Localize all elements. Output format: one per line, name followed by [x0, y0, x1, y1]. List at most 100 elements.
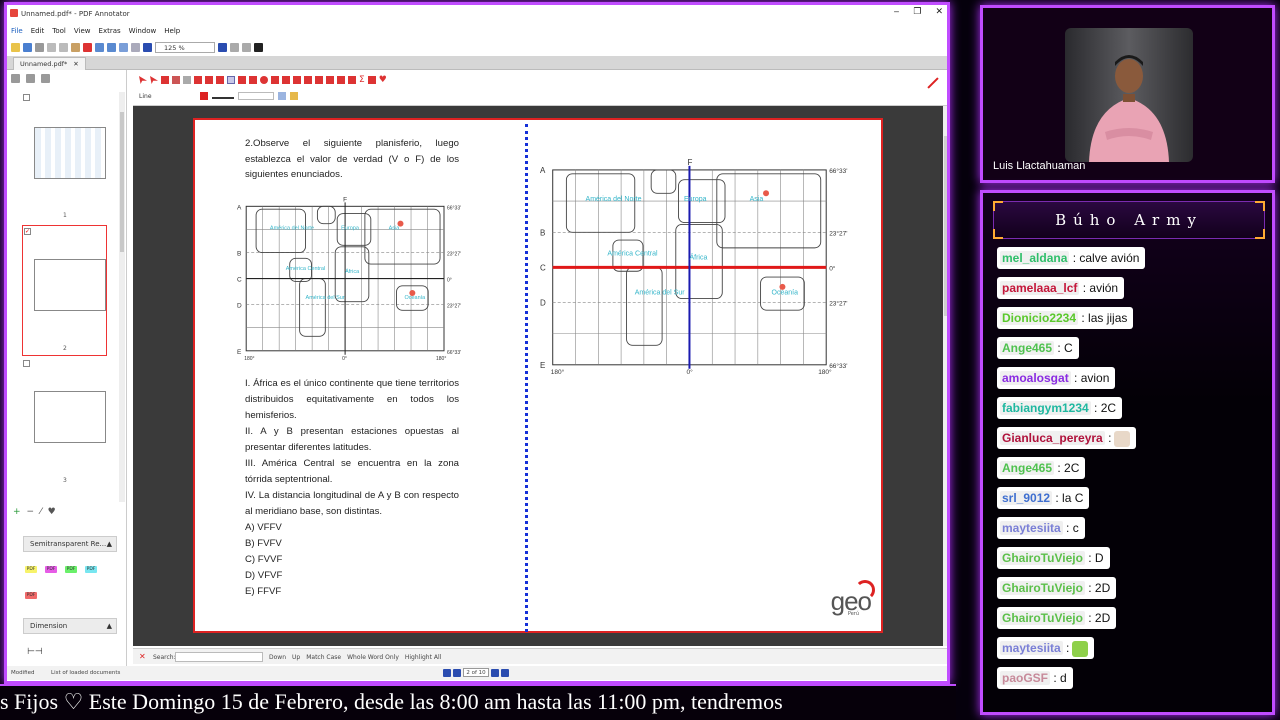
- properties-icon[interactable]: [277, 92, 286, 100]
- prev-page-icon[interactable]: [453, 668, 461, 677]
- chat-username[interactable]: Ange465: [1000, 341, 1055, 355]
- magnifier-icon[interactable]: [304, 76, 312, 84]
- line-width-selector[interactable]: [211, 93, 234, 99]
- line-tool-icon[interactable]: [227, 76, 235, 84]
- whole-word-toggle[interactable]: Whole Word Only: [347, 654, 399, 661]
- marker-icon[interactable]: [183, 76, 191, 84]
- open-icon[interactable]: [11, 42, 20, 52]
- favorite-heart-icon[interactable]: ♥: [379, 75, 387, 85]
- page-3-checkbox[interactable]: [23, 360, 30, 367]
- dimension-tool-icon[interactable]: ⊢⊣: [27, 647, 43, 657]
- page-2-thumbnail[interactable]: [34, 259, 106, 311]
- snap-icon[interactable]: [289, 92, 298, 100]
- delete-icon[interactable]: [83, 42, 92, 52]
- chat-username[interactable]: Ange465: [1000, 461, 1055, 475]
- semitransparent-section[interactable]: Semitransparent Re... ▲: [23, 536, 117, 552]
- color-picker-icon[interactable]: [199, 92, 208, 100]
- redo-icon[interactable]: [107, 42, 116, 52]
- next-page-icon[interactable]: [491, 668, 499, 677]
- copy-icon[interactable]: [59, 42, 68, 52]
- menu-extras[interactable]: Extras: [99, 27, 121, 35]
- chat-username[interactable]: pamelaaa_lcf: [1000, 281, 1080, 295]
- last-page-icon[interactable]: [501, 668, 509, 677]
- highlighter-green[interactable]: PDF: [65, 566, 77, 573]
- sigma-icon[interactable]: Σ: [359, 75, 365, 85]
- chat-username[interactable]: amoalosgat: [1000, 371, 1071, 385]
- thumbnail-scrollbar[interactable]: [119, 92, 125, 502]
- chat-username[interactable]: fabiangym1234: [1000, 401, 1091, 415]
- menu-edit[interactable]: Edit: [31, 27, 45, 35]
- chat-username[interactable]: Dionicio2234: [1000, 311, 1079, 325]
- pdf-page[interactable]: 2.Observe el siguiente planisferio, lueg…: [193, 118, 883, 633]
- document-scrollbar[interactable]: [943, 106, 947, 646]
- page-3-thumbnail[interactable]: [34, 391, 106, 443]
- menu-help[interactable]: Help: [164, 27, 180, 35]
- chat-username[interactable]: Gianluca_pereyra: [1000, 431, 1105, 445]
- menu-window[interactable]: Window: [129, 27, 157, 35]
- close-button[interactable]: ✕: [935, 7, 943, 17]
- scroll-thumb[interactable]: [944, 136, 947, 316]
- add-icon[interactable]: +: [13, 507, 21, 517]
- polygon-icon[interactable]: [271, 76, 279, 84]
- search-down-button[interactable]: Down: [269, 654, 286, 661]
- zoom-field[interactable]: 125 %: [155, 41, 215, 53]
- collapse-icon[interactable]: ▲: [107, 619, 112, 633]
- tab-close-icon[interactable]: ✕: [73, 60, 78, 68]
- print-icon[interactable]: [35, 42, 44, 52]
- chat-username[interactable]: GhairoTuViejo: [1000, 611, 1085, 625]
- chat-username[interactable]: paoGSF: [1000, 671, 1051, 685]
- chat-username[interactable]: maytesiita: [1000, 521, 1063, 535]
- image-tool-icon[interactable]: [348, 76, 356, 84]
- zoom-out-icon[interactable]: [143, 42, 152, 52]
- maximize-button[interactable]: ❐: [913, 7, 921, 17]
- chat-username[interactable]: mel_aldana: [1000, 251, 1070, 265]
- page-2-checkbox[interactable]: ✓: [24, 228, 31, 235]
- menu-view[interactable]: View: [74, 27, 91, 35]
- highlighter-yellow[interactable]: PDF: [25, 566, 37, 573]
- search-input[interactable]: [175, 652, 263, 662]
- match-case-toggle[interactable]: Match Case: [306, 654, 341, 661]
- chat-username[interactable]: srl_9012: [1000, 491, 1053, 505]
- save-icon[interactable]: [23, 42, 32, 52]
- fit-page-icon[interactable]: [230, 42, 239, 52]
- brush-icon[interactable]: [337, 76, 345, 84]
- highlighter-icon[interactable]: [194, 76, 202, 84]
- crop-icon[interactable]: [326, 76, 334, 84]
- menu-file[interactable]: File: [11, 27, 23, 35]
- wrench-icon[interactable]: [41, 74, 50, 83]
- text-tool-icon[interactable]: [216, 76, 224, 84]
- menu-tool[interactable]: Tool: [52, 27, 66, 35]
- chat-username[interactable]: maytesiita: [1000, 641, 1063, 655]
- stamp-icon[interactable]: [161, 76, 169, 84]
- select-icon[interactable]: [131, 42, 140, 52]
- grid-icon[interactable]: [26, 74, 35, 83]
- minimize-button[interactable]: ‒: [894, 7, 900, 17]
- zoom-in-icon[interactable]: [218, 42, 227, 52]
- link-icon[interactable]: [293, 76, 301, 84]
- close-search-icon[interactable]: ✕: [139, 652, 146, 661]
- rectangle-icon[interactable]: [249, 76, 257, 84]
- page-1-checkbox[interactable]: [23, 94, 30, 101]
- document-view[interactable]: 2.Observe el siguiente planisferio, lueg…: [133, 106, 943, 646]
- ellipse-icon[interactable]: [260, 76, 268, 84]
- line-style-selector[interactable]: [237, 92, 274, 100]
- collapse-icon[interactable]: ▲: [107, 537, 112, 551]
- search-up-button[interactable]: Up: [292, 654, 300, 661]
- pen-tool-icon[interactable]: [172, 76, 180, 84]
- binoculars-icon[interactable]: [119, 42, 128, 52]
- highlighter-cyan[interactable]: PDF: [85, 566, 97, 573]
- scroll-thumb[interactable]: [120, 112, 124, 252]
- fit-width-icon[interactable]: [242, 42, 251, 52]
- chat-username[interactable]: GhairoTuViejo: [1000, 551, 1085, 565]
- select-arrow-icon[interactable]: [150, 76, 158, 84]
- heart-icon[interactable]: ♥: [48, 507, 56, 517]
- cut-icon[interactable]: [47, 42, 56, 52]
- snapshot-icon[interactable]: [315, 76, 323, 84]
- highlight-all-toggle[interactable]: Highlight All: [405, 654, 441, 661]
- dimension-section[interactable]: Dimension ▲: [23, 618, 117, 634]
- page-indicator[interactable]: 2 of 10: [463, 668, 489, 677]
- chat-username[interactable]: GhairoTuViejo: [1000, 581, 1085, 595]
- undo-icon[interactable]: [95, 42, 104, 52]
- measure-icon[interactable]: [282, 76, 290, 84]
- highlighter-red[interactable]: PDF: [25, 592, 37, 599]
